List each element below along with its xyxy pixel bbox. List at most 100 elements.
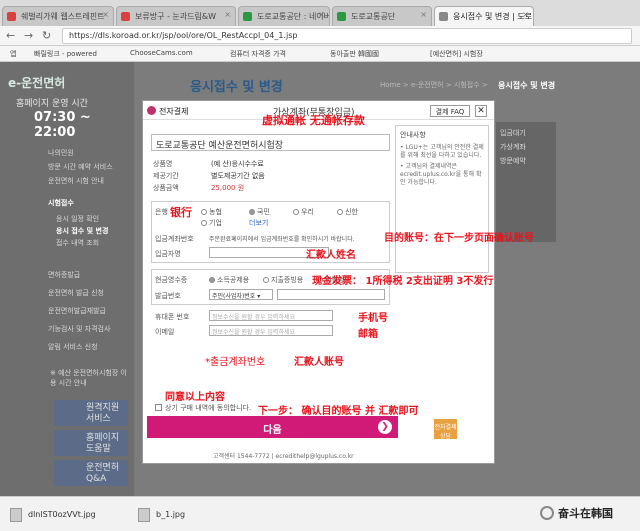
download-item[interactable]: b_1.jpg <box>134 505 185 525</box>
close-icon[interactable]: × <box>224 10 231 19</box>
deposit-account-note: 주문완료페이지에서 입금계좌번호를 확인하시기 바랍니다. <box>209 236 355 243</box>
radio-icon[interactable] <box>201 220 207 226</box>
favicon-icon <box>121 12 130 21</box>
annotation: 银行 <box>170 206 192 219</box>
checkbox-icon[interactable] <box>155 404 162 411</box>
sidebar-subitem[interactable]: 응시 접수 및 변경 <box>56 226 108 236</box>
next-button[interactable]: 다음 ❯ <box>147 416 398 438</box>
hours-value: 07:30 ~ 22:00 <box>34 110 91 140</box>
radio-icon[interactable] <box>209 277 215 283</box>
file-icon <box>10 508 22 522</box>
radio-icon[interactable] <box>337 209 343 215</box>
notice-text: ※ 예산 운전면허시험장 이용 시간 안내 <box>50 369 127 387</box>
sidebar-item[interactable]: 운전면허 시험 안내 <box>48 176 104 186</box>
annotation: 手机号 <box>358 313 388 324</box>
arrow-right-icon: ❯ <box>378 420 392 434</box>
amount-row: 상품금액 25,000 원 <box>153 184 245 192</box>
email-input[interactable]: 정보수신을 원할 경우 입력하세요 <box>209 325 333 336</box>
issue-number-label: 발급번호 <box>155 292 181 300</box>
site-logo[interactable]: e-운전면허 <box>8 74 65 91</box>
bookmark-item[interactable]: [예산면허] 시험장 <box>430 49 483 59</box>
url-input[interactable]: https://dls.koroad.or.kr/jsp/ool/ore/OL_… <box>62 28 632 44</box>
receipt-option[interactable]: 소득공제용 <box>209 275 249 285</box>
qa-button[interactable]: 운전면허 Q&A <box>54 460 128 486</box>
browser-tab[interactable]: 도로교통공단 : 네이버 공× <box>238 6 330 26</box>
sidebar-item[interactable]: 알림 서비스 신청 <box>48 342 98 352</box>
issue-number-input[interactable] <box>277 289 385 300</box>
annotation: 汇款人账号 <box>294 357 344 368</box>
modal-brand: 전자결제 <box>147 106 188 117</box>
consult-badge[interactable]: 전자결제 상담 <box>434 419 457 440</box>
right-panel-text: 가상계좌 <box>500 143 526 151</box>
sidebar-subitem[interactable]: 응시 일정 확인 <box>56 214 99 224</box>
bookmark-item[interactable]: 동아출판 韓國國 <box>330 49 379 59</box>
radio-icon[interactable] <box>249 209 255 215</box>
browser-tab[interactable]: 도로교통공단 × <box>332 6 432 26</box>
breadcrumb: Home > e-운전면허 > 시험접수 > <box>380 81 488 89</box>
annotation: 下一步： 确认目的账号 并 汇款即可 <box>258 406 419 417</box>
info-line: • LGU+는 고객님의 안전한 결제를 위해 최선을 다하고 있습니다. <box>400 144 484 160</box>
sidebar-item[interactable]: 나의민원 <box>48 148 74 158</box>
bookmark-item[interactable]: 빠릴링크 - powered <box>34 49 97 59</box>
bank-label: 은행 <box>155 208 168 216</box>
breadcrumb-current: 응시접수 및 변경 <box>498 81 556 90</box>
remote-support-button[interactable]: 원격지원 서비스 <box>54 400 128 426</box>
sidebar-item[interactable]: 기능검사 및 자격검사 <box>48 324 110 334</box>
browser-tab[interactable]: 쉐벌리가웨 웹스트레핀트 × <box>2 6 114 26</box>
bank-option[interactable]: 신한 <box>337 207 358 217</box>
receipt-label: 현금영수증 <box>155 276 188 284</box>
sidebar-item[interactable]: 시험접수 <box>48 198 74 208</box>
info-panel: 안내사항 • LGU+는 고객님의 안전한 결제를 위해 최선을 다하고 있습니… <box>395 125 489 273</box>
address-bar: ← → ↻ https://dls.koroad.or.kr/jsp/ool/o… <box>0 26 640 46</box>
agree-checkbox-row[interactable]: 상기 구매 내역에 동의합니다. <box>155 403 251 413</box>
receipt-option[interactable]: 지출증빙용 <box>263 275 303 285</box>
close-icon[interactable]: × <box>318 10 325 19</box>
annotation: 邮箱 <box>358 329 378 340</box>
phone-input[interactable]: 정보수신을 원할 경우 입력하세요 <box>209 310 333 321</box>
back-icon[interactable]: ← <box>6 29 15 42</box>
bank-option[interactable]: 우리 <box>293 207 314 217</box>
bookmark-item[interactable]: 컴퓨터 자격증 가격 <box>230 49 286 59</box>
bookmarks-bar: 앱 빠릴링크 - powered ChooseCams.com 컴퓨터 자격증 … <box>0 46 640 62</box>
sidebar-item[interactable]: 면허증발급 <box>48 270 80 280</box>
wechat-icon <box>540 506 554 520</box>
bookmark-item[interactable]: ChooseCams.com <box>130 49 193 57</box>
favicon-icon <box>7 12 16 21</box>
watermark: 奋斗在韩国 <box>540 505 613 521</box>
browser-tab[interactable]: 보류방구 - 눈과드림&W × <box>116 6 236 26</box>
radio-icon[interactable] <box>263 277 269 283</box>
info-title: 안내사항 <box>400 131 426 139</box>
download-item[interactable]: dlnlST0ozVVt.jpg <box>6 505 96 525</box>
depositor-name-label: 입금자명 <box>155 250 181 258</box>
close-icon[interactable]: × <box>102 10 109 19</box>
browser-tab-active[interactable]: 응시접수 및 변경 | 도로 × <box>434 6 534 26</box>
bank-option[interactable]: 농협 <box>201 207 222 217</box>
browser-tab-bar: 쉐벌리가웨 웹스트레핀트 × 보류방구 - 눈과드림&W × 도로교통공단 : 네이… <box>0 0 640 26</box>
sidebar-item[interactable]: 운전면허발급재발급 <box>48 306 106 316</box>
close-icon[interactable]: × <box>420 10 427 19</box>
refund-account-label: *출금계좌번호 <box>205 357 266 368</box>
reload-icon[interactable]: ↻ <box>42 29 51 42</box>
product-name-row: 상품명 (예 산)응시수수료 <box>153 160 264 168</box>
issue-type-select[interactable]: 주민(사업자)번호 ▾ <box>209 289 273 300</box>
bookmark-item[interactable]: 앱 <box>10 49 16 59</box>
bank-option[interactable]: 기업 <box>201 218 222 228</box>
close-icon[interactable]: ✕ <box>475 105 487 117</box>
right-panel-text: 방문예약 <box>500 157 526 165</box>
close-icon[interactable]: × <box>522 10 529 19</box>
radio-icon[interactable] <box>201 209 207 215</box>
more-banks-link[interactable]: 더보기 <box>249 218 268 228</box>
sidebar-item[interactable]: 운전면허 발급 신청 <box>48 288 104 298</box>
faq-button[interactable]: 결제 FAQ <box>430 105 470 117</box>
sidebar-subitem[interactable]: 접수 내역 조회 <box>56 238 99 248</box>
bank-option[interactable]: 국민 <box>249 207 270 217</box>
forward-icon[interactable]: → <box>24 29 33 42</box>
radio-icon[interactable] <box>293 209 299 215</box>
period-row: 제공기간 별도제공기간 없음 <box>153 172 265 180</box>
file-icon <box>138 508 150 522</box>
hours-label: 홈페이지 운영 시간 <box>16 99 88 109</box>
help-button[interactable]: 홈페이지 도움말 <box>54 430 128 456</box>
right-panel <box>496 122 556 242</box>
sidebar-item[interactable]: 방문 시간 예약 서비스 <box>48 162 113 172</box>
store-name: 도로교통공단 예산운전면허시험장 <box>151 134 390 151</box>
